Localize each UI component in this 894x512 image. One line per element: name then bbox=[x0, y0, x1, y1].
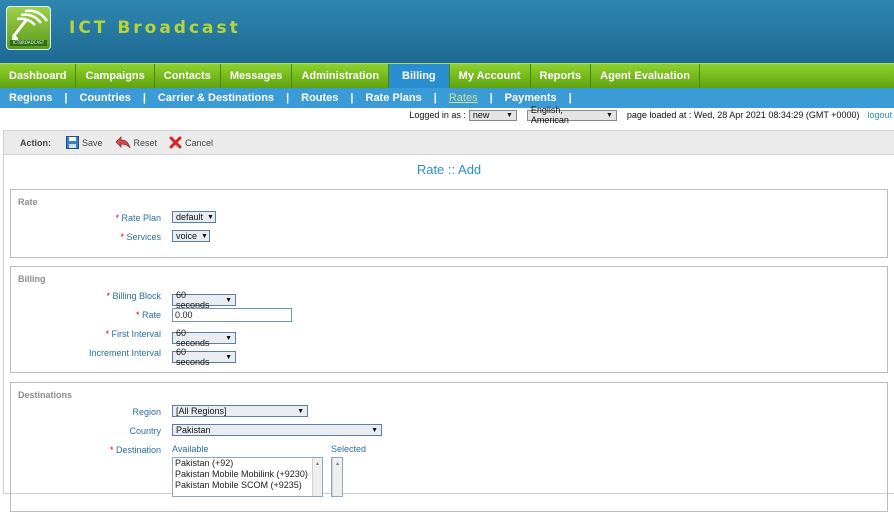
dropdown-arrow-icon: ▼ bbox=[225, 334, 232, 342]
region-label: Region bbox=[132, 407, 161, 417]
country-select[interactable]: Pakistan ▼ bbox=[172, 424, 382, 436]
logged-in-label: Logged in as : bbox=[409, 110, 466, 120]
first-interval-select[interactable]: 60 seconds ▼ bbox=[172, 328, 236, 348]
menu-messages[interactable]: Messages bbox=[221, 64, 293, 88]
services-label: Services bbox=[126, 232, 161, 242]
logout-link[interactable]: logout bbox=[867, 110, 892, 120]
dropdown-arrow-icon: ▼ bbox=[605, 111, 613, 119]
menu-dashboard[interactable]: Dashboard bbox=[0, 64, 77, 88]
language-select[interactable]: English, American ▼ bbox=[526, 105, 617, 125]
menu-billing[interactable]: Billing bbox=[389, 64, 450, 88]
first-interval-label: First Interval bbox=[111, 329, 161, 339]
logo-text: ICTBROADCAST bbox=[10, 40, 47, 46]
rate-add-form: Action: Save Reset Cancel Rate :: Add Ra… bbox=[3, 130, 894, 512]
rate-label: Rate bbox=[141, 310, 161, 320]
rate-input[interactable]: 0.00 bbox=[172, 308, 292, 322]
app-header: ICTBROADCAST ICT Broadcast bbox=[0, 0, 894, 63]
rate-plan-label: Rate Plan bbox=[121, 213, 161, 223]
submenu-regions[interactable]: Regions bbox=[9, 92, 52, 104]
submenu-payments[interactable]: Payments bbox=[505, 92, 557, 104]
submenu-carrier-destinations[interactable]: Carrier & Destinations bbox=[158, 92, 274, 104]
cancel-x-icon bbox=[169, 136, 182, 149]
list-item[interactable]: Pakistan Mobile Mobilink (+9230) bbox=[175, 469, 322, 480]
menu-campaigns[interactable]: Campaigns bbox=[76, 64, 155, 88]
cancel-button[interactable]: Cancel bbox=[169, 136, 213, 149]
available-destinations-list[interactable]: Pakistan (+92) Pakistan Mobile Mobilink … bbox=[172, 457, 323, 497]
services-select[interactable]: voice ▼ bbox=[172, 230, 210, 242]
selected-destinations-list[interactable] bbox=[331, 457, 343, 497]
page-title: Rate :: Add bbox=[416, 162, 482, 177]
action-bar: Action: Save Reset Cancel bbox=[4, 131, 894, 155]
menu-contacts[interactable]: Contacts bbox=[155, 64, 221, 88]
ictbroadcast-logo[interactable]: ICTBROADCAST bbox=[6, 6, 51, 50]
submenu-routes[interactable]: Routes bbox=[301, 92, 338, 104]
sub-menu: Regions | Countries | Carrier & Destinatio… bbox=[0, 88, 894, 108]
dropdown-arrow-icon: ▼ bbox=[225, 353, 232, 361]
menu-agent-evaluation[interactable]: Agent Evaluation bbox=[591, 64, 700, 88]
save-icon bbox=[66, 136, 79, 149]
submenu-countries[interactable]: Countries bbox=[79, 92, 130, 104]
increment-interval-label: Increment Interval bbox=[88, 348, 161, 358]
available-header: Available bbox=[172, 444, 209, 454]
dropdown-arrow-icon: ▼ bbox=[201, 232, 208, 240]
reset-button[interactable]: Reset bbox=[115, 136, 157, 149]
destinations-fieldset: Destinations Region [All Regions] ▼ Count… bbox=[10, 382, 888, 512]
destinations-section-title: Destinations bbox=[18, 390, 73, 400]
dropdown-arrow-icon: ▼ bbox=[371, 426, 378, 434]
submenu-rates[interactable]: Rates bbox=[449, 92, 478, 104]
scrollbar[interactable] bbox=[332, 458, 342, 496]
billing-fieldset: Billing * Billing Block 60 seconds ▼ * Ra… bbox=[10, 266, 888, 373]
destination-label: Destination bbox=[115, 445, 161, 455]
scrollbar[interactable] bbox=[312, 458, 322, 496]
dropdown-arrow-icon: ▼ bbox=[297, 407, 304, 415]
submenu-rate-plans[interactable]: Rate Plans bbox=[366, 92, 422, 104]
region-select[interactable]: [All Regions] ▼ bbox=[172, 405, 308, 417]
increment-interval-select[interactable]: 60 seconds ▼ bbox=[172, 347, 236, 367]
rate-plan-select[interactable]: default ▼ bbox=[172, 211, 216, 223]
rate-section-title: Rate bbox=[18, 197, 38, 207]
menu-my-account[interactable]: My Account bbox=[450, 64, 531, 88]
billing-block-label: Billing Block bbox=[112, 291, 161, 301]
dropdown-arrow-icon: ▼ bbox=[207, 213, 214, 221]
page-loaded-time: page loaded at : Wed, 28 Apr 2021 08:34:… bbox=[626, 110, 860, 120]
undo-arrow-icon bbox=[115, 136, 130, 149]
action-label: Action: bbox=[20, 137, 51, 148]
user-select[interactable]: new ▼ bbox=[468, 109, 517, 121]
save-button[interactable]: Save bbox=[66, 136, 103, 149]
dropdown-arrow-icon: ▼ bbox=[505, 111, 513, 119]
brand-title: ICT Broadcast bbox=[69, 18, 241, 38]
list-item[interactable]: Pakistan Mobile SCOM (+9235) bbox=[175, 480, 322, 491]
billing-section-title: Billing bbox=[18, 274, 46, 284]
list-item[interactable]: Pakistan (+92) bbox=[175, 458, 322, 469]
country-label: Country bbox=[129, 426, 161, 436]
selected-header: Selected bbox=[331, 444, 367, 454]
rate-fieldset: Rate * Rate Plan default ▼ * Services voi… bbox=[10, 189, 888, 258]
main-menu: Dashboard Campaigns Contacts Messages Ad… bbox=[0, 63, 894, 88]
menu-reports[interactable]: Reports bbox=[531, 64, 592, 88]
billing-block-select[interactable]: 60 seconds ▼ bbox=[172, 290, 236, 310]
session-info-bar: Logged in as : new ▼ English, American ▼ p… bbox=[0, 105, 894, 125]
dropdown-arrow-icon: ▼ bbox=[225, 296, 232, 304]
menu-administration[interactable]: Administration bbox=[292, 64, 390, 88]
